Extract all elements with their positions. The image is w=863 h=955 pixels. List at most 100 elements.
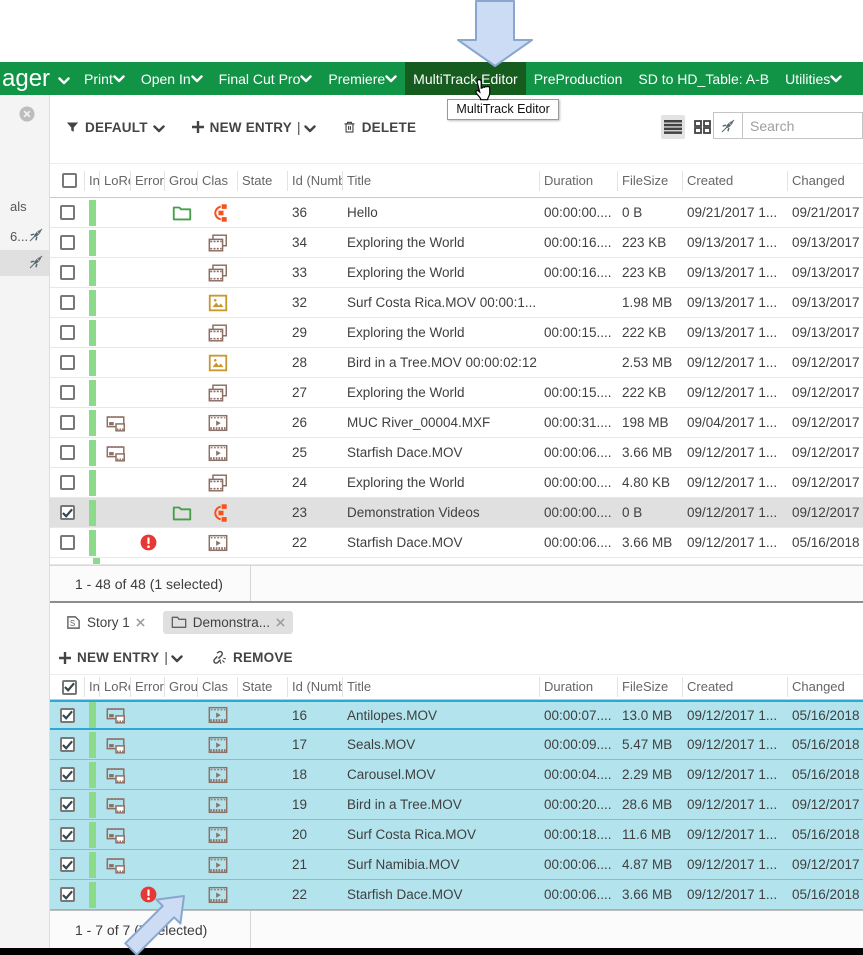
column-header-Created[interactable]: Created	[683, 171, 788, 191]
column-header-Title[interactable]: Title	[343, 171, 540, 191]
column-header-Grou[interactable]: Grou	[165, 677, 198, 697]
column-header-LoRe[interactable]: LoRe	[100, 171, 131, 191]
column-header-Id (Numb[interactable]: Id (Numb	[288, 677, 343, 697]
row-checkbox[interactable]	[60, 355, 75, 370]
menu-item-preproduction[interactable]: PreProduction	[526, 62, 631, 95]
column-header-In[interactable]: In	[85, 677, 100, 697]
row-checkbox[interactable]	[60, 857, 75, 872]
table-row[interactable]: 34Exploring the World00:00:16....223 KB0…	[50, 228, 863, 258]
column-header-Changed[interactable]: Changed	[788, 171, 863, 191]
column-header-Grou[interactable]: Grou	[165, 171, 198, 191]
column-header-Id (Numb[interactable]: Id (Numb	[288, 171, 343, 191]
table-row[interactable]: 33Exploring the World00:00:16....223 KB0…	[50, 258, 863, 288]
row-checkbox[interactable]	[60, 505, 75, 520]
table-row[interactable]: 32Surf Costa Rica.MOV 00:00:1...1.98 MB0…	[50, 288, 863, 318]
table-row[interactable]: 27Exploring the World00:00:15....222 KB0…	[50, 378, 863, 408]
app-logo[interactable]: ager	[0, 65, 76, 93]
column-header-FileSize[interactable]: FileSize	[618, 171, 683, 191]
column-header-Clas[interactable]: Clas	[198, 677, 238, 697]
column-header-select[interactable]	[50, 171, 85, 191]
column-header-Clas[interactable]: Clas	[198, 171, 238, 191]
tab-demonstra-[interactable]: Demonstra...	[163, 611, 293, 634]
row-checkbox[interactable]	[60, 797, 75, 812]
cell-title: Surf Namibia.MOV	[343, 850, 540, 879]
search-input[interactable]	[743, 113, 862, 138]
menu-item-utilities[interactable]: Utilities	[777, 62, 850, 95]
grid-view-button[interactable]	[690, 115, 714, 139]
table-row[interactable]: 22Starfish Dace.MOV00:00:06....3.66 MB09…	[50, 528, 863, 558]
select-all-checkbox[interactable]	[62, 680, 77, 695]
column-header-State[interactable]: State	[238, 677, 288, 697]
filter-default-button[interactable]: DEFAULT	[65, 119, 165, 135]
table-row[interactable]: 28Bird in a Tree.MOV 00:00:02:122.53 MB0…	[50, 348, 863, 378]
table-row[interactable]: 19Bird in a Tree.MOV00:00:20....28.6 MB0…	[50, 790, 863, 820]
column-header-select[interactable]	[50, 677, 85, 697]
column-header-Duration[interactable]: Duration	[540, 171, 618, 191]
column-header-State[interactable]: State	[238, 171, 288, 191]
table-row[interactable]: 21Surf Namibia.MOV00:00:06....4.87 MB09/…	[50, 850, 863, 880]
sidebar-item[interactable]	[0, 250, 49, 276]
column-header-Error[interactable]: Error	[131, 677, 165, 697]
row-checkbox[interactable]	[60, 325, 75, 340]
close-circle-icon[interactable]	[19, 106, 35, 122]
chevron-down	[830, 75, 842, 83]
sidebar-item[interactable]: 6...	[0, 223, 49, 249]
new-entry-button[interactable]: NEW ENTRY |	[191, 119, 316, 135]
select-all-checkbox[interactable]	[62, 173, 77, 188]
row-checkbox[interactable]	[60, 385, 75, 400]
row-checkbox[interactable]	[60, 887, 75, 902]
column-header-Duration[interactable]: Duration	[540, 677, 618, 697]
tab-story-1[interactable]: SStory 1	[58, 611, 153, 634]
cell-group	[165, 498, 198, 527]
list-view-button[interactable]	[661, 115, 685, 139]
table-row[interactable]: 16Antilopes.MOV00:00:07....13.0 MB09/12/…	[50, 700, 863, 730]
row-checkbox[interactable]	[60, 415, 75, 430]
menu-item-final-cut-pro[interactable]: Final Cut Pro	[211, 62, 321, 95]
table-row[interactable]: 24Exploring the World00:00:00....4.80 KB…	[50, 468, 863, 498]
menu-item-premiere[interactable]: Premiere	[320, 62, 405, 95]
table-row[interactable]: 23Demonstration Videos00:00:00....0 B09/…	[50, 498, 863, 528]
remove-button[interactable]: REMOVE	[211, 649, 293, 666]
table-row[interactable]: 22Starfish Dace.MOV00:00:06....3.66 MB09…	[50, 880, 863, 910]
row-checkbox[interactable]	[60, 295, 75, 310]
column-header-FileSize[interactable]: FileSize	[618, 677, 683, 697]
row-checkbox[interactable]	[60, 445, 75, 460]
table-row[interactable]: 20Surf Costa Rica.MOV00:00:18....11.6 MB…	[50, 820, 863, 850]
row-checkbox[interactable]	[60, 235, 75, 250]
row-checkbox[interactable]	[60, 827, 75, 842]
row-checkbox[interactable]	[60, 767, 75, 782]
cell-title: Demonstration Videos	[343, 498, 540, 527]
column-header-Changed[interactable]: Changed	[788, 677, 863, 697]
list-view-icon	[664, 120, 682, 134]
sidebar-item[interactable]: als	[0, 193, 49, 219]
menu-item-open-in[interactable]: Open In	[133, 62, 211, 95]
menu-item-sd-to-hd-table-a-b[interactable]: SD to HD_Table: A-B	[630, 62, 777, 95]
tab-close-icon[interactable]	[276, 618, 285, 627]
new-entry-button[interactable]: NEW ENTRY |	[58, 650, 183, 665]
table-row[interactable]: 18Carousel.MOV00:00:04....2.29 MB09/12/2…	[50, 760, 863, 790]
table-row[interactable]: 26MUC River_00004.MXF00:00:31....198 MB0…	[50, 408, 863, 438]
row-checkbox[interactable]	[60, 535, 75, 550]
column-header-LoRe[interactable]: LoRe	[100, 677, 131, 697]
menu-item-print[interactable]: Print	[76, 62, 133, 95]
table-row[interactable]: 36Hello00:00:00....0 B09/21/2017 1...09/…	[50, 198, 863, 228]
cell-title: Surf Costa Rica.MOV	[343, 820, 540, 849]
column-header-Error[interactable]: Error	[131, 171, 165, 191]
tab-close-icon[interactable]	[136, 618, 145, 627]
remove-link-icon	[211, 649, 228, 666]
delete-button[interactable]: DELETE	[342, 119, 416, 135]
menu-item-multitrack-editor[interactable]: MultiTrack Editor	[405, 62, 526, 95]
row-checkbox[interactable]	[60, 475, 75, 490]
table-row[interactable]: 29Exploring the World00:00:15....222 KB0…	[50, 318, 863, 348]
cell-created: 09/13/2017 1...	[683, 258, 788, 287]
table-row[interactable]: 17Seals.MOV00:00:09....5.47 MB09/12/2017…	[50, 730, 863, 760]
row-checkbox[interactable]	[60, 708, 75, 723]
row-checkbox[interactable]	[60, 737, 75, 752]
row-checkbox[interactable]	[60, 205, 75, 220]
column-header-Created[interactable]: Created	[683, 677, 788, 697]
cell-select	[50, 702, 85, 728]
row-checkbox[interactable]	[60, 265, 75, 280]
column-header-Title[interactable]: Title	[343, 677, 540, 697]
column-header-In[interactable]: In	[85, 171, 100, 191]
table-row[interactable]: 25Starfish Dace.MOV00:00:06....3.66 MB09…	[50, 438, 863, 468]
